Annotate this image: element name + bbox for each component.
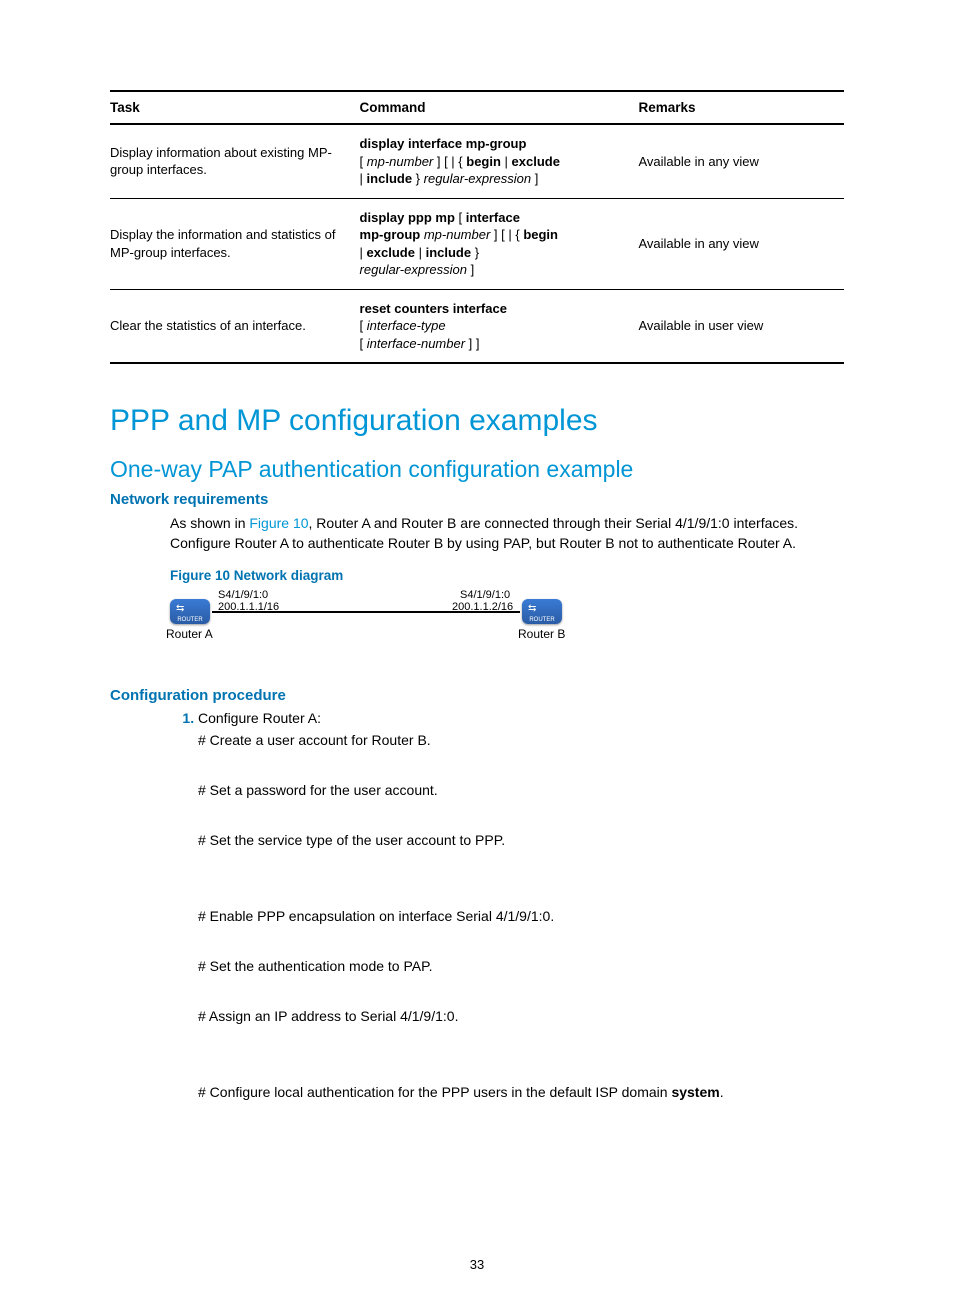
cmd-fragment: [ bbox=[360, 318, 367, 333]
figure-reference-link[interactable]: Figure 10 bbox=[249, 515, 308, 531]
cmd-fragment: ] ] bbox=[465, 336, 479, 351]
procedure-step: # Enable PPP encapsulation on interface … bbox=[198, 908, 844, 924]
cmd-fragment: begin bbox=[523, 227, 558, 242]
cmd-fragment: exclude bbox=[367, 245, 415, 260]
cmd-fragment: reset counters interface bbox=[360, 301, 507, 316]
router-icon: ⇆ bbox=[170, 599, 210, 624]
router-b-ip: 200.1.1.2/16 bbox=[452, 601, 513, 613]
procedure-step: # Configure local authentication for the… bbox=[198, 1084, 844, 1100]
cell-command: reset counters interface [ interface-typ… bbox=[360, 289, 639, 363]
col-header-remarks: Remarks bbox=[638, 91, 844, 124]
table-row: Display the information and statistics o… bbox=[110, 198, 844, 289]
cell-task: Display the information and statistics o… bbox=[110, 198, 360, 289]
cell-remarks: Available in user view bbox=[638, 289, 844, 363]
heading-1: PPP and MP configuration examples bbox=[110, 404, 844, 438]
cmd-fragment: display interface mp-group bbox=[360, 136, 527, 151]
text-fragment: system bbox=[671, 1084, 719, 1100]
procedure-list: Configure Router A: bbox=[170, 710, 844, 726]
procedure-step: # Set a password for the user account. bbox=[198, 782, 844, 798]
procedure-step: # Create a user account for Router B. bbox=[198, 732, 844, 748]
cell-task: Display information about existing MP-gr… bbox=[110, 124, 360, 198]
command-table: Task Command Remarks Display information… bbox=[110, 90, 844, 364]
col-header-command: Command bbox=[360, 91, 639, 124]
cmd-fragment: begin bbox=[466, 154, 501, 169]
cmd-fragment: [ bbox=[360, 154, 367, 169]
text-fragment: As shown in bbox=[170, 515, 249, 531]
cmd-fragment: | bbox=[360, 171, 367, 186]
router-icon: ⇆ bbox=[522, 599, 562, 624]
cell-command: display ppp mp [ interface mp-group mp-n… bbox=[360, 198, 639, 289]
col-header-task: Task bbox=[110, 91, 360, 124]
router-b-interface: S4/1/9/1:0 bbox=[460, 589, 510, 601]
cmd-fragment: mp-group bbox=[360, 227, 421, 242]
heading-configuration-procedure: Configuration procedure bbox=[110, 687, 844, 704]
procedure-step: # Set the authentication mode to PAP. bbox=[198, 958, 844, 974]
cmd-fragment: exclude bbox=[512, 154, 560, 169]
cell-task: Clear the statistics of an interface. bbox=[110, 289, 360, 363]
table-row: Display information about existing MP-gr… bbox=[110, 124, 844, 198]
cmd-fragment: | bbox=[360, 245, 367, 260]
procedure-step: # Set the service type of the user accou… bbox=[198, 832, 844, 848]
cmd-fragment: mp-number bbox=[367, 154, 433, 169]
cell-command: display interface mp-group [ mp-number ]… bbox=[360, 124, 639, 198]
cmd-fragment: } bbox=[471, 245, 479, 260]
cmd-fragment: [ bbox=[360, 336, 367, 351]
cmd-fragment: ] [ | { bbox=[490, 227, 523, 242]
cmd-fragment: regular-expression bbox=[424, 171, 531, 186]
cmd-fragment: interface bbox=[466, 210, 520, 225]
page: Task Command Remarks Display information… bbox=[0, 0, 954, 1296]
procedure-item: Configure Router A: bbox=[198, 710, 844, 726]
cmd-fragment: | bbox=[415, 245, 426, 260]
router-b-label: Router B bbox=[518, 627, 565, 641]
cmd-fragment: regular-expression bbox=[360, 262, 467, 277]
cmd-fragment: include bbox=[426, 245, 472, 260]
procedure-item-text: Configure Router A: bbox=[198, 710, 321, 726]
router-a-interface: S4/1/9/1:0 bbox=[218, 589, 268, 601]
network-requirements-text: As shown in Figure 10, Router A and Rout… bbox=[170, 514, 844, 553]
figure-caption: Figure 10 Network diagram bbox=[170, 568, 844, 583]
procedure-step: # Assign an IP address to Serial 4/1/9/1… bbox=[198, 1008, 844, 1024]
cmd-fragment: ] bbox=[467, 262, 474, 277]
heading-2: One-way PAP authentication configuration… bbox=[110, 456, 844, 483]
network-diagram: ⇆ S4/1/9/1:0 200.1.1.1/16 S4/1/9/1:0 200… bbox=[170, 587, 570, 647]
cmd-fragment: display ppp mp bbox=[360, 210, 455, 225]
cell-remarks: Available in any view bbox=[638, 124, 844, 198]
cmd-fragment: include bbox=[367, 171, 413, 186]
cmd-fragment: mp-number bbox=[424, 227, 490, 242]
text-fragment: # Configure local authentication for the… bbox=[198, 1084, 671, 1100]
cell-remarks: Available in any view bbox=[638, 198, 844, 289]
page-number: 33 bbox=[0, 1257, 954, 1272]
cmd-fragment: } bbox=[412, 171, 424, 186]
cmd-fragment: ] [ | { bbox=[433, 154, 466, 169]
router-a-label: Router A bbox=[166, 627, 213, 641]
cmd-fragment: ] bbox=[531, 171, 538, 186]
cmd-fragment: [ bbox=[455, 210, 466, 225]
cmd-fragment: interface-number bbox=[367, 336, 465, 351]
cmd-fragment: interface-type bbox=[367, 318, 446, 333]
heading-network-requirements: Network requirements bbox=[110, 491, 844, 508]
cmd-fragment: | bbox=[501, 154, 512, 169]
table-row: Clear the statistics of an interface. re… bbox=[110, 289, 844, 363]
text-fragment: . bbox=[720, 1084, 724, 1100]
